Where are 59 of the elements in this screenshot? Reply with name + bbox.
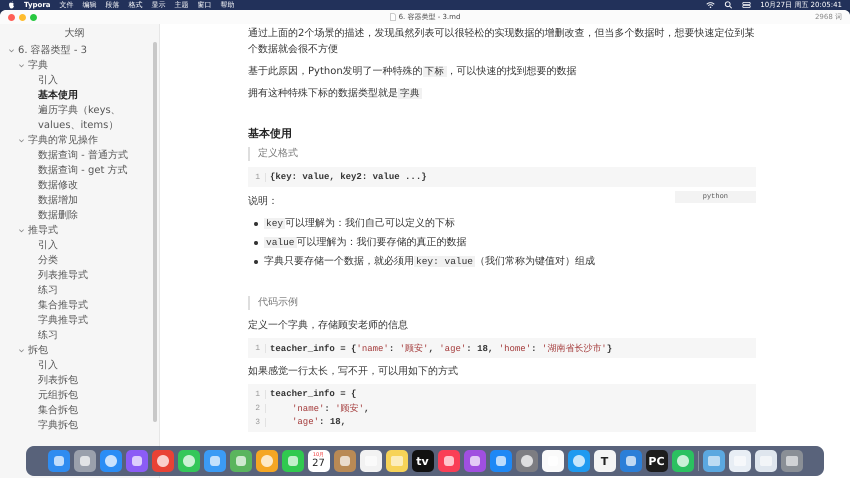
section-heading: 基本使用 (248, 126, 293, 141)
search-icon[interactable] (724, 1, 734, 9)
outline-item[interactable]: 字典拆包 (38, 418, 78, 433)
chevron-icon[interactable] (18, 227, 25, 234)
outline-item[interactable]: 推导式 (28, 223, 58, 238)
outline-item[interactable]: 数据修改 (38, 178, 78, 193)
chevron-icon[interactable] (18, 62, 25, 69)
blockquote: 代码示例 (248, 296, 756, 310)
ide-app-icon[interactable]: PC (646, 450, 668, 472)
list-item: 字典只要存储一个数据，就必须用 key: value （我们常称为键值对）组成 (264, 254, 596, 269)
paragraph: 定义一个字典，存储顾安老师的信息 (248, 318, 408, 333)
chevron-icon[interactable] (8, 47, 15, 54)
tv-app-icon[interactable]: tv (412, 450, 434, 472)
code-block: 1 teacher_info = {'name': '顾安', 'age': 18, 'home': '湖南省长沙市'} (248, 338, 756, 358)
outline-item[interactable]: 分类 (38, 253, 58, 268)
sidebar-title: 大纲 (64, 26, 86, 41)
bullet-icon (254, 241, 258, 245)
chevron-icon[interactable] (18, 347, 25, 354)
code-block: 1 teacher_info = { 2 'name': '顾安', 3 'age': 18, (248, 384, 756, 432)
paragraph: 如果感觉一行太长，写不开，可以用如下的方式 (248, 364, 458, 379)
outline-item[interactable]: 基本使用 (38, 88, 78, 103)
outline-item[interactable]: 字典推导式 (38, 313, 88, 328)
outline-item[interactable]: 字典的常见操作 (28, 133, 98, 148)
control-center-icon[interactable] (742, 1, 752, 9)
outline-item[interactable]: 引入 (38, 73, 58, 88)
outline-item[interactable]: 引入 (38, 358, 58, 373)
outline-item[interactable]: 元组拆包 (38, 388, 78, 403)
outline-item[interactable]: 数据查询 - 普通方式 (38, 148, 128, 163)
wifi-icon[interactable] (706, 1, 716, 9)
outline-item[interactable]: 6. 容器类型 - 3 (18, 43, 88, 58)
paragraph: 说明： (248, 195, 278, 209)
paragraph: 拥有这种特殊下标的数据类型就是 字典 (248, 86, 422, 101)
outline-item[interactable]: 列表推导式 (38, 268, 88, 283)
outline-item[interactable]: 练习 (38, 328, 58, 343)
outline-item[interactable]: 练习 (38, 283, 58, 298)
outline-item[interactable]: 列表拆包 (38, 373, 78, 388)
scrollbar[interactable] (153, 42, 157, 422)
outline-item[interactable]: 字典 (28, 58, 48, 73)
close-button[interactable] (8, 14, 15, 20)
code-block: 1 {key: value, key2: value ...} (248, 167, 756, 187)
paragraph: 通过上面的2个场景的描述，发现虽然列表可以很轻松的实现数据的增删改查，但当多个数据时，想要快速定位到某个数据就会很不方便 (248, 26, 756, 57)
outline-item[interactable]: 拆包 (28, 343, 48, 358)
outline-item[interactable]: 数据删除 (38, 208, 78, 223)
list-item: key 可以理解为：我们自己可以定义的下标 (264, 216, 456, 231)
outline-item[interactable]: 集合拆包 (38, 403, 78, 418)
outline-item[interactable]: 数据查询 - get 方式 (38, 163, 128, 178)
outline-item[interactable]: 数据增加 (38, 193, 78, 208)
paragraph: 基于此原因，Python发明了一种特殊的 下标 ，可以快速的找到想要的数据 (248, 64, 577, 79)
apple-logo-icon[interactable] (8, 1, 15, 9)
outline-item[interactable]: 引入 (38, 238, 58, 253)
bullet-icon (254, 260, 258, 264)
bullet-icon (254, 222, 258, 226)
chevron-icon[interactable] (18, 137, 25, 144)
document-icon (390, 13, 396, 21)
letter-app-icon[interactable]: T (594, 450, 616, 472)
list-item: value 可以理解为：我们要存储的真正的数据 (264, 236, 467, 250)
outline-item[interactable]: 遍历字典（keys、values、items） (38, 103, 149, 133)
blockquote: 定义格式 (248, 147, 756, 161)
outline-item[interactable]: 集合推导式 (38, 298, 88, 313)
